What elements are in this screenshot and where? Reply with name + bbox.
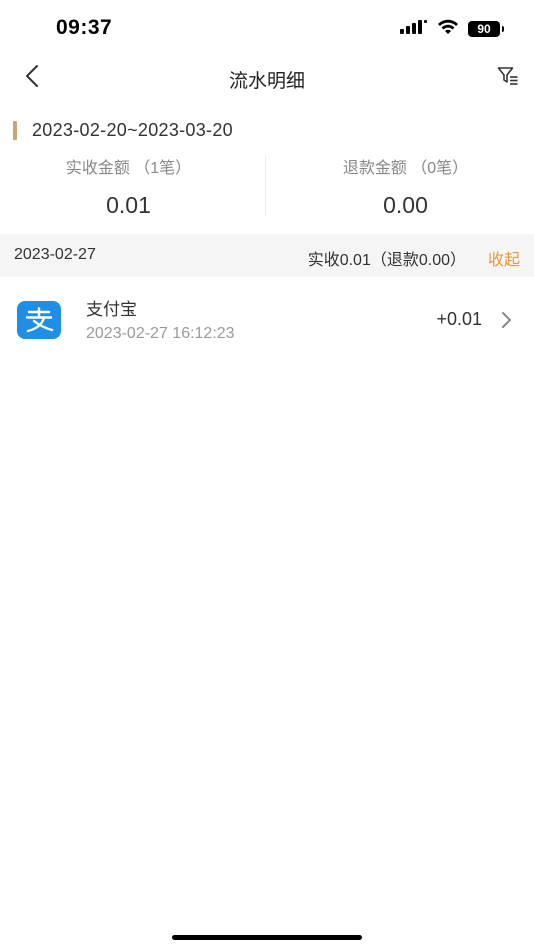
transaction-amount: +0.01 [436,309,482,329]
filter-button[interactable] [494,64,522,92]
transaction-time: 2023-02-27 16:12:23 [86,325,235,342]
date-range-accent-bar [13,120,17,140]
date-range[interactable]: 2023-02-20~2023-03-20 [13,119,233,141]
collapse-button[interactable]: 收起 [488,246,520,270]
refund-label: 退款金额 （0笔） [342,160,469,177]
received-summary: 实收金额 （1笔） 0.01 [0,150,277,220]
transaction-name: 支付宝 [86,300,137,319]
chevron-right-icon [498,309,514,331]
group-header: 2023-02-27 实收0.01（退款0.00） 收起 [0,234,534,277]
status-icons: 90 [400,18,504,41]
group-summary: 实收0.01（退款0.00） [307,252,466,269]
filter-icon [497,66,519,91]
refund-value: 0.00 [383,192,428,218]
battery-icon: 90 [468,21,504,37]
received-value: 0.01 [106,192,151,218]
summary-divider [265,156,266,216]
transaction-row[interactable]: 支付宝 2023-02-27 16:12:23 +0.01 [0,277,534,363]
status-bar: 09:37 90 [0,0,534,56]
signal-icon [400,19,428,40]
alipay-icon [17,301,61,339]
home-indicator[interactable] [172,935,362,940]
group-date: 2023-02-27 [14,246,96,263]
date-range-text: 2023-02-20~2023-03-20 [32,119,233,140]
wifi-icon [436,18,460,41]
nav-bar: 流水明细 [0,56,534,100]
page-title: 流水明细 [228,71,305,92]
status-time: 09:37 [56,16,113,39]
battery-level: 90 [477,22,491,36]
summary-panel: 实收金额 （1笔） 0.01 退款金额 （0笔） 0.00 [0,150,534,220]
refund-summary: 退款金额 （0笔） 0.00 [277,150,534,220]
received-label: 实收金额 （1笔） [65,160,192,177]
